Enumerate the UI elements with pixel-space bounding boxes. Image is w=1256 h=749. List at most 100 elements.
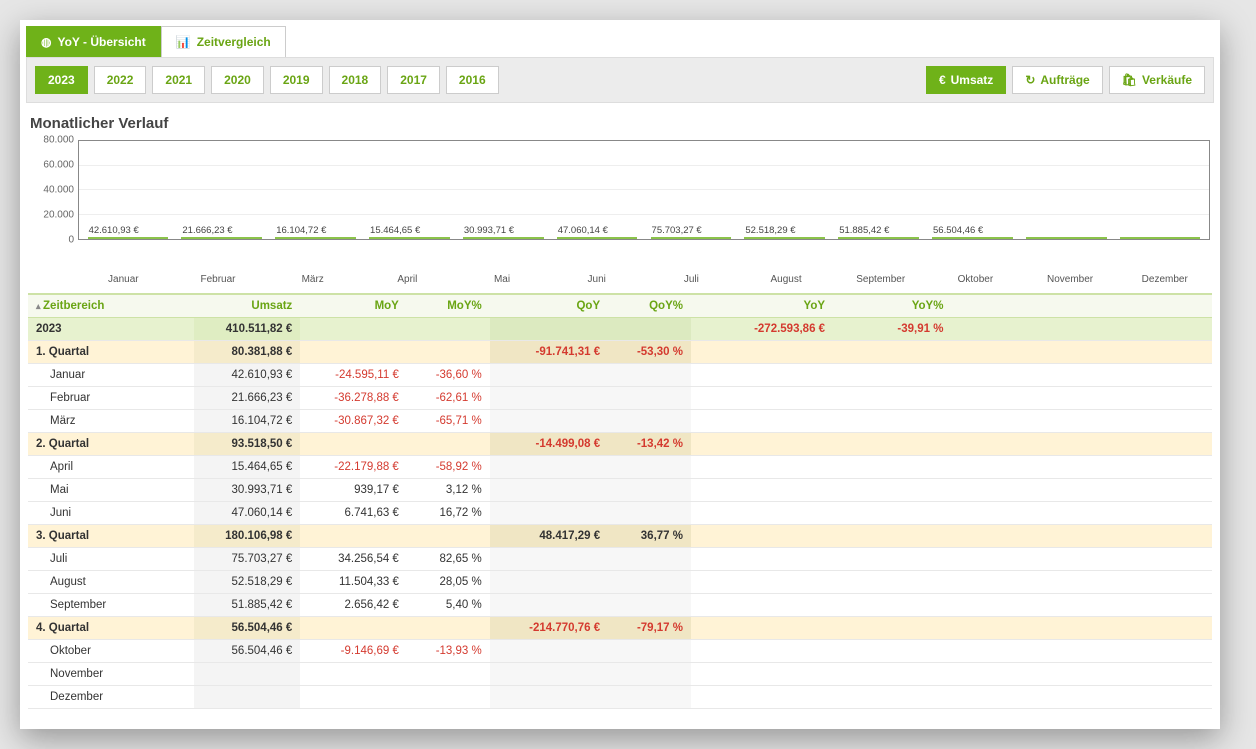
bar-januar[interactable]: 42.610,93 € xyxy=(88,237,169,239)
bar-juli[interactable]: 75.703,27 € xyxy=(651,237,732,239)
bar-november[interactable] xyxy=(1026,237,1107,239)
bar-mai[interactable]: 30.993,71 € xyxy=(463,237,544,239)
cell-moyp: -58,92 % xyxy=(407,456,490,479)
cell-moy xyxy=(300,318,407,341)
bar-label: 51.885,42 € xyxy=(839,225,889,236)
bar-slot-september: 51.885,42 € xyxy=(832,237,926,239)
x-label: Oktober xyxy=(928,270,1023,285)
tab-compare[interactable]: 📊Zeitvergleich xyxy=(161,26,286,57)
chart-plot-area: 42.610,93 € 21.666,23 € 16.104,72 € 15.464,… xyxy=(78,140,1210,240)
cell-yoy xyxy=(691,571,833,594)
cell-yoy xyxy=(691,364,833,387)
cell-range: 2023 xyxy=(28,318,194,341)
cell-yoyp: -39,91 % xyxy=(833,318,951,341)
cell-moyp: -13,93 % xyxy=(407,640,490,663)
bar-oktober[interactable]: 56.504,46 € xyxy=(932,237,1013,239)
bar-juni[interactable]: 47.060,14 € xyxy=(557,237,638,239)
cell-moy: 939,17 € xyxy=(300,479,407,502)
cell-moyp: 82,65 % xyxy=(407,548,490,571)
bar-august[interactable]: 52.518,29 € xyxy=(744,237,825,239)
cell-moy xyxy=(300,433,407,456)
bar-dezember[interactable] xyxy=(1120,237,1201,239)
cell-umsatz: 56.504,46 € xyxy=(194,617,301,640)
cell-range: 2. Quartal xyxy=(28,433,194,456)
bar-april[interactable]: 15.464,65 € xyxy=(369,237,450,239)
tab-overview[interactable]: ◍YoY - Übersicht xyxy=(26,26,161,57)
cell-qoyp: -79,17 % xyxy=(608,617,691,640)
year-button-2019[interactable]: 2019 xyxy=(270,66,323,94)
cell-range: März xyxy=(28,410,194,433)
year-button-2016[interactable]: 2016 xyxy=(446,66,499,94)
cell-qoyp: -13,42 % xyxy=(608,433,691,456)
table-row: Januar42.610,93 €-24.595,11 €-36,60 % xyxy=(28,364,1212,387)
bar-slot-februar: 21.666,23 € xyxy=(175,237,269,239)
data-table-wrap: ZeitbereichUmsatzMoYMoY%QoYQoY%YoYYoY% 2… xyxy=(26,285,1214,709)
x-label: Juni xyxy=(549,270,644,285)
cell-range: Oktober xyxy=(28,640,194,663)
cell-yoy xyxy=(691,387,833,410)
cell-qoy: 48.417,29 € xyxy=(490,525,608,548)
grid-line xyxy=(79,189,1209,190)
metric-button-auftraege[interactable]: ↻Aufträge xyxy=(1012,66,1102,94)
tab-label: YoY - Übersicht xyxy=(57,35,145,49)
cell-pad xyxy=(951,686,1212,709)
table-row: 2. Quartal93.518,50 €-14.499,08 €-13,42 … xyxy=(28,433,1212,456)
cell-qoyp xyxy=(608,594,691,617)
cell-yoy xyxy=(691,640,833,663)
cell-qoy: -214.770,76 € xyxy=(490,617,608,640)
cell-qoyp xyxy=(608,410,691,433)
cell-yoyp xyxy=(833,479,951,502)
col-header-moy[interactable]: MoY% xyxy=(407,294,490,318)
cell-qoyp: -53,30 % xyxy=(608,341,691,364)
year-button-2022[interactable]: 2022 xyxy=(94,66,147,94)
x-label: November xyxy=(1023,270,1118,285)
bar-slot-juli: 75.703,27 € xyxy=(644,237,738,239)
cell-umsatz xyxy=(194,663,301,686)
metric-button-verkaeufe[interactable]: 🛍Verkäufe xyxy=(1109,66,1205,94)
cell-moy: 34.256,54 € xyxy=(300,548,407,571)
cell-moy: 11.504,33 € xyxy=(300,571,407,594)
metric-button-umsatz[interactable]: €Umsatz xyxy=(926,66,1006,94)
cell-umsatz: 51.885,42 € xyxy=(194,594,301,617)
cell-moyp xyxy=(407,686,490,709)
bar-label: 52.518,29 € xyxy=(745,225,795,236)
bar-label: 21.666,23 € xyxy=(182,225,232,236)
bar-februar[interactable]: 21.666,23 € xyxy=(181,237,262,239)
year-button-2017[interactable]: 2017 xyxy=(387,66,440,94)
cell-range: 4. Quartal xyxy=(28,617,194,640)
cell-qoyp xyxy=(608,663,691,686)
year-button-2020[interactable]: 2020 xyxy=(211,66,264,94)
primary-tabs: ◍YoY - Übersicht📊Zeitvergleich xyxy=(26,26,1214,57)
bar-märz[interactable]: 16.104,72 € xyxy=(275,237,356,239)
cell-yoyp xyxy=(833,433,951,456)
col-header-qoy[interactable]: QoY xyxy=(490,294,608,318)
col-header-moy[interactable]: MoY xyxy=(300,294,407,318)
cell-pad xyxy=(951,410,1212,433)
year-button-2023[interactable]: 2023 xyxy=(35,66,88,94)
cell-moyp: -36,60 % xyxy=(407,364,490,387)
col-header-zeitbereich[interactable]: Zeitbereich xyxy=(28,294,194,318)
cell-yoyp xyxy=(833,364,951,387)
cell-yoyp xyxy=(833,502,951,525)
cell-moy: -9.146,69 € xyxy=(300,640,407,663)
bar-label: 16.104,72 € xyxy=(276,225,326,236)
year-button-2018[interactable]: 2018 xyxy=(329,66,382,94)
bar-september[interactable]: 51.885,42 € xyxy=(838,237,919,239)
cell-umsatz: 180.106,98 € xyxy=(194,525,301,548)
data-table: ZeitbereichUmsatzMoYMoY%QoYQoY%YoYYoY% 2… xyxy=(28,293,1212,709)
cell-yoyp xyxy=(833,686,951,709)
col-header-umsatz[interactable]: Umsatz xyxy=(194,294,301,318)
grid-line xyxy=(79,165,1209,166)
cell-moyp xyxy=(407,663,490,686)
cell-yoy xyxy=(691,663,833,686)
year-button-2021[interactable]: 2021 xyxy=(152,66,205,94)
bar-label: 56.504,46 € xyxy=(933,225,983,236)
bar-slot-april: 15.464,65 € xyxy=(362,237,456,239)
cell-range: Juli xyxy=(28,548,194,571)
cell-range: November xyxy=(28,663,194,686)
col-header-yoy[interactable]: YoY xyxy=(691,294,833,318)
col-header-qoy[interactable]: QoY% xyxy=(608,294,691,318)
cell-moyp: 3,12 % xyxy=(407,479,490,502)
cell-yoyp xyxy=(833,410,951,433)
col-header-yoy[interactable]: YoY% xyxy=(833,294,951,318)
